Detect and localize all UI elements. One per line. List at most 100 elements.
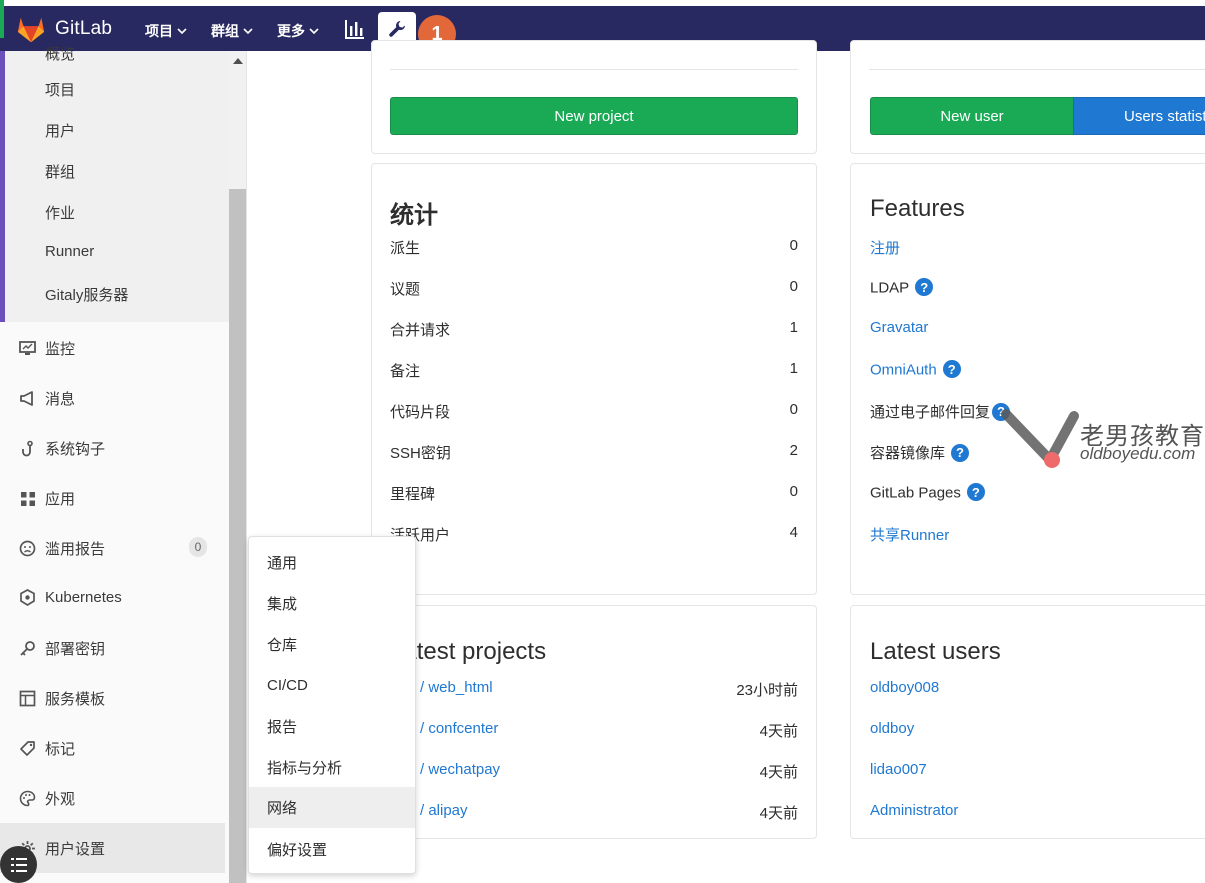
nav-projects-dropdown[interactable]: 项目 <box>145 21 187 41</box>
template-icon <box>18 689 37 708</box>
scroll-up-arrow-icon[interactable] <box>233 58 243 64</box>
feature-omniauth: OmniAuth? <box>870 360 961 379</box>
overview-submenu: 概览 项目 用户 群组 作业 Runner Gitaly服务器 <box>0 46 229 322</box>
settings-flyout-menu: 通用 集成 仓库 CI/CD 报告 指标与分析 网络 偏好设置 <box>248 536 416 874</box>
sidebar-item-system-hooks[interactable]: 系统钩子 <box>18 438 105 459</box>
sidebar-sub-users[interactable]: 用户 <box>45 120 75 141</box>
menu-item-network[interactable]: 网络 <box>249 787 415 828</box>
sidebar-sub-projects[interactable]: 项目 <box>45 79 75 100</box>
sidebar-overview-cut[interactable]: 概览 <box>45 43 75 64</box>
sidebar-sub-runners[interactable]: Runner <box>45 243 94 260</box>
stat-value: 1 <box>789 319 798 336</box>
projects-card: New project <box>371 40 817 154</box>
new-project-button[interactable]: New project <box>390 97 798 135</box>
watermark-english-text: oldboyedu.com <box>1080 444 1196 463</box>
menu-item-ci-cd[interactable]: CI/CD <box>249 665 415 706</box>
new-user-button[interactable]: New user <box>870 97 1074 135</box>
sidebar-sub-gitaly[interactable]: Gitaly服务器 <box>45 284 128 305</box>
watermark-check-icon <box>1001 409 1079 468</box>
statistics-title: 统计 <box>390 202 438 229</box>
sidebar-item-labels[interactable]: 标记 <box>18 738 75 759</box>
user-link[interactable]: Administrator <box>870 802 958 819</box>
menu-item-metrics[interactable]: 指标与分析 <box>249 747 415 788</box>
feature-container-registry: 容器镜像库? <box>870 442 970 463</box>
divider <box>869 69 1205 70</box>
nav-more-label: 更多 <box>277 23 305 39</box>
help-question-icon[interactable]: ? <box>942 360 961 378</box>
feature-gravatar-link[interactable]: Gravatar <box>870 319 928 336</box>
sidebar-item-appearance[interactable]: 外观 <box>18 788 75 809</box>
feature-label: GitLab Pages <box>870 484 961 502</box>
feature-label: 容器镜像库 <box>870 445 946 462</box>
sidebar-item-applications[interactable]: 应用 <box>18 488 75 509</box>
sidebar-item-label: Kubernetes <box>45 589 122 606</box>
user-link[interactable]: lidao007 <box>870 761 927 778</box>
divider <box>390 69 798 70</box>
help-question-icon[interactable]: ? <box>966 483 985 501</box>
latest-users-card: Latest users oldboy008 oldboy lidao007 A… <box>850 605 1205 839</box>
palette-icon <box>18 789 37 808</box>
feature-shared-runners-link[interactable]: 共享Runner <box>870 524 949 545</box>
project-link[interactable]: / web_html <box>420 679 493 696</box>
nav-more-dropdown[interactable]: 更多 <box>277 21 319 41</box>
sidebar-item-messages[interactable]: 消息 <box>18 388 75 409</box>
sidebar-sub-groups[interactable]: 群组 <box>45 161 75 182</box>
stat-label: 代码片段 <box>390 404 451 421</box>
sidebar-item-label: 服务模板 <box>45 691 106 708</box>
menu-item-reporting[interactable]: 报告 <box>249 706 415 747</box>
feature-ldap: LDAP? <box>870 278 934 297</box>
project-link[interactable]: / alipay <box>420 802 468 819</box>
project-link[interactable]: / wechatpay <box>420 761 500 778</box>
stat-value: 0 <box>789 401 798 418</box>
sidebar-item-kubernetes[interactable]: Kubernetes <box>18 588 122 607</box>
top-green-marker <box>0 0 4 38</box>
chevron-down-icon <box>309 28 319 35</box>
users-card: New user Users statistics <box>850 40 1205 154</box>
menu-item-general[interactable]: 通用 <box>249 542 415 583</box>
menu-item-integrations[interactable]: 集成 <box>249 583 415 624</box>
feature-omniauth-link[interactable]: OmniAuth <box>870 362 937 379</box>
sidebar-scrollbar-thumb[interactable] <box>229 189 246 883</box>
help-question-icon[interactable]: ? <box>951 443 970 462</box>
activity-chart-icon[interactable] <box>344 18 366 40</box>
users-statistics-button[interactable]: Users statistics <box>1073 97 1205 135</box>
sidebar-item-label: 标记 <box>45 741 76 758</box>
tag-icon <box>18 739 37 758</box>
nav-groups-dropdown[interactable]: 群组 <box>211 21 253 41</box>
sidebar-item-monitoring[interactable]: 监控 <box>18 338 75 359</box>
menu-item-preferences[interactable]: 偏好设置 <box>249 829 415 870</box>
frown-face-icon <box>18 539 37 558</box>
feature-gitlab-pages: GitLab Pages? <box>870 483 985 502</box>
kubernetes-icon <box>18 588 37 607</box>
feature-reply-by-email: 通过电子邮件回复? <box>870 401 1011 422</box>
menu-item-repository[interactable]: 仓库 <box>249 624 415 665</box>
sidebar-sub-jobs[interactable]: 作业 <box>45 202 75 223</box>
sidebar-item-label: 部署密钥 <box>45 641 106 658</box>
sidebar-item-label: 消息 <box>45 391 76 408</box>
collapse-sidebar-button[interactable] <box>0 846 37 883</box>
project-time: 4天前 <box>759 805 798 822</box>
project-link[interactable]: / confcenter <box>420 720 498 737</box>
megaphone-icon <box>18 389 37 408</box>
stat-label: SSH密钥 <box>390 445 451 462</box>
wrench-icon <box>389 21 405 37</box>
help-question-icon[interactable]: ? <box>915 278 934 296</box>
sidebar-item-abuse-reports[interactable]: 滥用报告 <box>18 538 105 559</box>
user-link[interactable]: oldboy <box>870 720 914 737</box>
user-link[interactable]: oldboy008 <box>870 679 939 696</box>
list-icon <box>10 857 27 872</box>
sidebar-item-service-templates[interactable]: 服务模板 <box>18 688 105 709</box>
stat-label: 议题 <box>390 281 421 298</box>
stat-value: 4 <box>789 524 798 541</box>
stat-value: 0 <box>789 278 798 295</box>
features-title: Features <box>870 195 965 222</box>
monitor-icon <box>18 339 37 358</box>
feature-signup-link[interactable]: 注册 <box>870 237 900 258</box>
brand-name[interactable]: GitLab <box>55 18 112 40</box>
stat-value: 1 <box>789 360 798 377</box>
sidebar-item-deploy-keys[interactable]: 部署密钥 <box>18 638 105 659</box>
hook-icon <box>18 439 37 458</box>
gitlab-logo-icon[interactable] <box>16 14 46 44</box>
sidebar-item-label: 用户设置 <box>45 841 106 858</box>
project-time: 4天前 <box>759 764 798 781</box>
